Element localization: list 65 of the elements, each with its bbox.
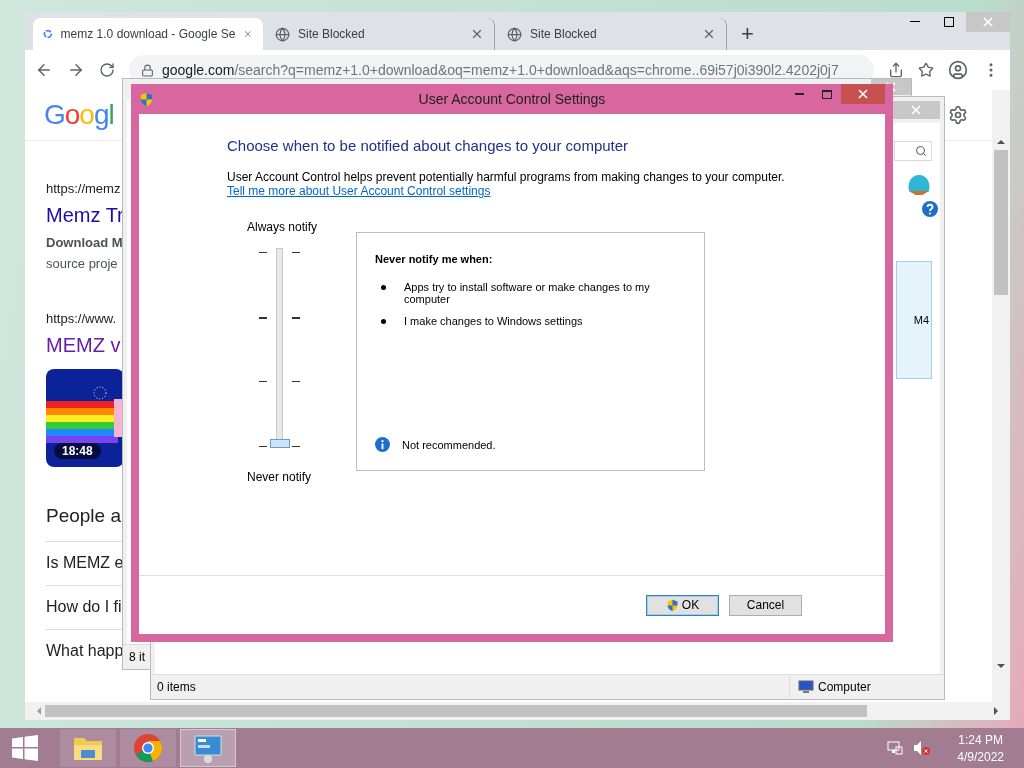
- browser-tab[interactable]: memz 1.0 download - Google Se: [33, 18, 263, 50]
- section-heading: People a: [46, 505, 122, 527]
- status-location: Computer: [818, 680, 871, 694]
- reload-icon[interactable]: [99, 62, 115, 78]
- bullet-text: Apps try to install software or make changes to my computer: [404, 281, 651, 305]
- dialog-heading: Choose when to be notified about changes to your computer: [227, 137, 630, 154]
- control-panel-icon: [193, 733, 223, 763]
- horizontal-scrollbar[interactable]: [25, 702, 1010, 720]
- description-text: User Account Control helps prevent potentially harmful programs from making changes to your computer.: [227, 170, 786, 184]
- bullet-icon: [381, 285, 386, 290]
- speaker-muted-icon[interactable]: [913, 740, 932, 756]
- result-url: https://memz: [46, 181, 122, 196]
- clock-date[interactable]: 4/9/2022: [957, 749, 1004, 764]
- new-tab-button[interactable]: +: [729, 18, 766, 50]
- bullet-text: I make changes to Windows settings: [404, 315, 583, 327]
- logo[interactable]: Googl: [44, 99, 114, 131]
- vertical-scrollbar[interactable]: [992, 90, 1010, 702]
- dialog-button[interactable]: Cancel: [729, 594, 802, 616]
- taskbar-app[interactable]: [180, 729, 236, 767]
- search-field[interactable]: [894, 141, 932, 161]
- url-text: google.com/search?q=memz+1.0+download&oq=memz+1.0+download&aqs=chrome..69i57j0i390l2.4202j0j7: [162, 62, 839, 78]
- minimize-icon: [910, 21, 920, 23]
- maximize-icon: [822, 89, 832, 99]
- maximize-icon: [944, 17, 954, 27]
- lock-icon: [141, 63, 154, 77]
- result-snippet: source proje: [46, 256, 119, 271]
- help-icon[interactable]: [922, 201, 938, 217]
- result-url: https://www.: [46, 311, 118, 326]
- star-icon[interactable]: [918, 62, 934, 78]
- shield-icon: [665, 598, 679, 612]
- side-text: M4: [913, 314, 929, 326]
- network-icon[interactable]: [887, 740, 904, 756]
- profile-icon[interactable]: [948, 60, 968, 80]
- globe-icon: [507, 26, 522, 42]
- chrome-icon: [133, 733, 163, 763]
- clock-time[interactable]: 1:24 PM: [958, 732, 1003, 747]
- slider-thumb[interactable]: [270, 439, 290, 448]
- info-heading: Never notify me when:: [375, 253, 494, 265]
- slider-label: Always notify: [247, 220, 319, 234]
- status-text: 0 items: [157, 680, 196, 694]
- globe-icon: [275, 26, 290, 42]
- note-text: Not recommended.: [402, 438, 496, 451]
- window-title: User Account Control Settings: [417, 91, 607, 107]
- bullet-icon: [381, 319, 386, 324]
- close-button[interactable]: [892, 101, 940, 119]
- close-button[interactable]: [841, 84, 885, 104]
- info-icon: [375, 437, 390, 452]
- windows-icon: [12, 735, 38, 761]
- help-link[interactable]: Tell me more about User Account Control settings: [227, 184, 491, 198]
- computer-icon: [798, 680, 814, 694]
- taskbar-app[interactable]: [60, 729, 116, 767]
- back-icon[interactable]: [35, 61, 53, 79]
- duration-badge: 18:48: [54, 443, 101, 459]
- status-text: 8 it: [129, 650, 145, 664]
- shield-icon: [139, 91, 154, 107]
- search-icon: [915, 145, 927, 157]
- share-icon[interactable]: [888, 62, 904, 78]
- shell-icon[interactable]: [906, 173, 932, 197]
- dialog-button[interactable]: OK: [646, 594, 719, 616]
- slider-track[interactable]: [270, 248, 290, 450]
- slider-label: Never notify: [247, 470, 313, 484]
- taskbar-app[interactable]: [120, 729, 176, 767]
- settings-icon[interactable]: [948, 105, 968, 125]
- forward-icon[interactable]: [67, 61, 85, 79]
- result-snippet: Download M: [46, 235, 124, 250]
